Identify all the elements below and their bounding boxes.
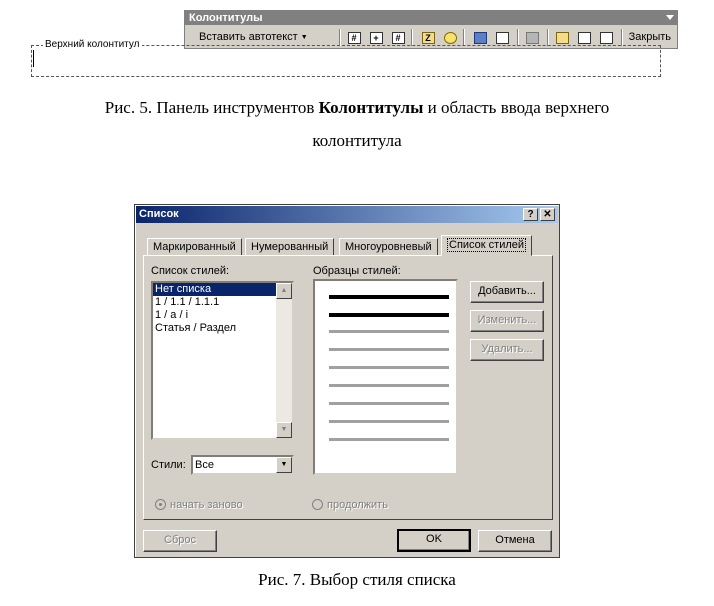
calendar-icon: Z <box>421 31 435 44</box>
toolbar-separator <box>547 29 549 46</box>
dialog-title-bar[interactable]: Список ? ✕ <box>136 206 558 223</box>
reset-button[interactable]: Сброс <box>143 530 217 552</box>
radio-empty-icon <box>312 499 323 510</box>
ok-button[interactable]: OK <box>397 529 471 552</box>
preview-line <box>329 384 449 387</box>
tab-bulleted[interactable]: Маркированный <box>147 238 242 256</box>
toolbar-separator <box>411 29 413 46</box>
document-text-icon <box>495 31 509 44</box>
preview-line <box>329 420 449 423</box>
figure5-caption-line1: Рис. 5. Панель инструментов Колонтитулы … <box>0 98 714 118</box>
scroll-down-icon[interactable]: ▼ <box>276 422 292 438</box>
show-previous-icon[interactable] <box>575 29 593 46</box>
insert-time-icon[interactable] <box>441 29 459 46</box>
continue-numbering-label: продолжить <box>327 499 388 511</box>
insert-page-count-icon[interactable]: + <box>367 29 385 46</box>
page-count-icon: + <box>369 31 383 44</box>
figure5-caption-line2: колонтитула <box>312 131 402 150</box>
preview-line <box>329 330 449 333</box>
header-footer-toolbar: Колонтитулы Вставить автотекст ▼ # + # Z … <box>184 10 678 49</box>
toolbar-options-icon[interactable] <box>666 15 674 20</box>
styles-filter-select[interactable]: Все ▼ <box>191 455 294 475</box>
tab-label: Многоуровневый <box>345 241 432 253</box>
preview-line <box>329 438 449 441</box>
list-dialog: Список ? ✕ Маркированный Нумерованный Мн… <box>134 204 560 558</box>
dialog-tabs: Маркированный Нумерованный Многоуровневы… <box>143 235 543 256</box>
toolbar-separator <box>339 29 341 46</box>
same-as-previous-icon[interactable] <box>523 29 541 46</box>
restart-numbering-label: начать заново <box>170 499 243 511</box>
chevron-down-icon[interactable]: ▼ <box>276 457 292 473</box>
list-item[interactable]: 1 / 1.1 / 1.1.1 <box>153 296 276 309</box>
book-icon <box>473 31 487 44</box>
clock-icon <box>443 31 457 44</box>
close-icon[interactable]: ✕ <box>540 208 555 221</box>
close-toolbar-button[interactable]: Закрыть <box>627 29 673 46</box>
previous-icon <box>577 31 591 44</box>
toolbar-separator <box>463 29 465 46</box>
figure5-caption-bold: Колонтитулы <box>318 98 424 117</box>
switch-header-footer-glyph <box>555 31 569 44</box>
style-preview-label: Образцы стилей: <box>313 265 401 277</box>
list-item[interactable]: Нет списка <box>153 283 276 296</box>
format-page-number-icon-glyph: # <box>391 31 405 44</box>
insert-autotext-label: Вставить автотекст <box>199 31 298 43</box>
restart-numbering-radio[interactable]: начать заново <box>155 499 243 511</box>
scroll-up-icon[interactable]: ▲ <box>276 283 292 299</box>
toolbar-title: Колонтитулы <box>189 12 263 24</box>
preview-line <box>329 402 449 405</box>
add-button[interactable]: Добавить... <box>470 281 544 303</box>
preview-line <box>329 295 449 299</box>
figure5-caption-suffix: и область ввода верхнего <box>423 98 610 117</box>
insert-date-icon[interactable]: Z <box>419 29 437 46</box>
next-icon <box>599 31 613 44</box>
insert-autotext-button[interactable]: Вставить автотекст ▼ <box>193 29 314 46</box>
chevron-down-icon: ▼ <box>300 34 308 41</box>
tab-label: Нумерованный <box>251 241 329 253</box>
header-area-label: Верхний колонтитул <box>43 39 142 50</box>
switch-header-footer-icon[interactable] <box>553 29 571 46</box>
preview-line <box>329 348 449 351</box>
list-item[interactable]: Статья / Раздел <box>153 322 276 335</box>
style-preview <box>313 279 458 475</box>
figure5-caption-prefix: Рис. 5. Панель инструментов <box>104 98 319 117</box>
text-cursor <box>33 50 34 67</box>
vertical-scrollbar[interactable]: ▲ ▼ <box>276 283 292 438</box>
insert-page-number-icon[interactable]: # <box>345 29 363 46</box>
radio-selected-icon <box>155 499 166 510</box>
page-setup-icon[interactable] <box>471 29 489 46</box>
toolbar-separator <box>621 29 623 46</box>
preview-line <box>329 313 449 317</box>
list-item[interactable]: 1 / a / i <box>153 309 276 322</box>
tab-list-styles[interactable]: Список стилей <box>441 235 533 256</box>
continue-numbering-radio[interactable]: продолжить <box>312 499 388 511</box>
page-number-icon: # <box>347 31 361 44</box>
show-next-icon[interactable] <box>597 29 615 46</box>
show-hide-document-text-icon[interactable] <box>493 29 511 46</box>
help-button[interactable]: ? <box>523 208 538 221</box>
tab-label: Маркированный <box>153 241 236 253</box>
delete-button[interactable]: Удалить... <box>470 339 544 361</box>
cancel-button[interactable]: Отмена <box>478 530 552 552</box>
dialog-title: Список <box>139 208 179 220</box>
styles-filter-value: Все <box>195 459 214 471</box>
toolbar-title-bar[interactable]: Колонтитулы <box>185 11 677 25</box>
preview-line <box>329 366 449 369</box>
styles-filter-label: Стили: <box>151 459 186 471</box>
modify-button[interactable]: Изменить... <box>470 310 544 332</box>
tab-numbered[interactable]: Нумерованный <box>245 238 335 256</box>
format-page-number-icon[interactable]: # <box>389 29 407 46</box>
toolbar-separator <box>517 29 519 46</box>
figure7-caption: Рис. 7. Выбор стиля списка <box>258 570 456 589</box>
link-to-previous-icon <box>525 31 539 44</box>
tab-label: Список стилей <box>447 238 527 252</box>
style-listbox[interactable]: Нет списка 1 / 1.1 / 1.1.1 1 / a / i Ста… <box>151 281 294 440</box>
style-list-label: Список стилей: <box>151 265 230 277</box>
tab-outline-numbered[interactable]: Многоуровневый <box>339 238 438 256</box>
